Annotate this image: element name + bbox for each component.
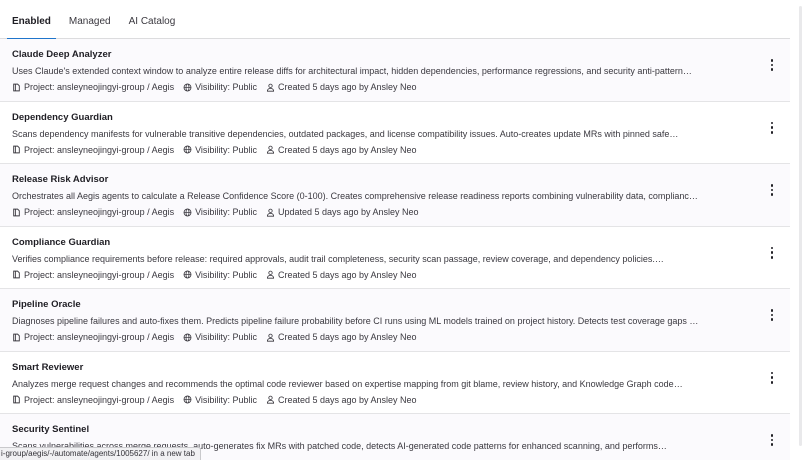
visibility-info: Visibility: Public [183, 80, 257, 94]
activity-label: Updated 5 days ago by Ansley Neo [277, 207, 419, 217]
user-icon [266, 333, 274, 342]
visibility-label: Visibility: Public [195, 207, 257, 217]
agent-name[interactable]: Claude Deep Analyzer [12, 48, 750, 62]
agent-meta: Project: ansleyneojingyi-group / Aegis Vi… [12, 80, 750, 94]
project-info: Project: ansleyneojingyi-group / Aegis [12, 80, 174, 94]
agent-description: Analyzes merge request changes and recom… [12, 378, 683, 389]
activity-info: Created 5 days ago by Ansley Neo [266, 330, 417, 344]
visibility-info: Visibility: Public [183, 393, 257, 407]
agent-description: Orchestrates all Aegis agents to calcula… [12, 191, 698, 201]
agent-list: Claude Deep Analyzer Uses Claude's extend… [0, 39, 790, 460]
agent-row[interactable]: Claude Deep Analyzer Uses Claude's extend… [0, 39, 790, 102]
status-bar-link-preview: i-group/aegis/-/automate/agents/1005627/… [0, 447, 201, 460]
user-icon [266, 270, 274, 279]
kebab-menu-icon[interactable] [768, 119, 776, 137]
user-icon [266, 395, 274, 404]
activity-label: Created 5 days ago by Ansley Neo [277, 269, 417, 280]
agent-meta: Project: ansleyneojingyi-group / Aegis Vi… [12, 268, 750, 282]
project-icon [13, 395, 20, 404]
globe-icon [183, 208, 192, 216]
activity-info: Updated 5 days ago by Ansley Neo [266, 205, 419, 219]
globe-icon [183, 83, 192, 91]
agent-name[interactable]: Release Risk Advisor [12, 173, 750, 187]
project-icon [13, 145, 20, 154]
project-label: Project: ansleyneojingyi-group / Aegis [24, 269, 175, 280]
agent-row[interactable]: Dependency Guardian Scans dependency mani… [0, 102, 790, 164]
kebab-menu-icon[interactable] [768, 369, 776, 387]
activity-info: Created 5 days ago by Ansley Neo [266, 143, 417, 157]
globe-icon [183, 333, 192, 341]
agent-description: Uses Claude's extended context window to… [12, 66, 692, 76]
kebab-menu-icon[interactable] [768, 306, 776, 324]
kebab-menu-icon[interactable] [768, 244, 776, 262]
kebab-menu-icon[interactable] [768, 181, 776, 199]
agent-row[interactable]: Pipeline Oracle Diagnoses pipeline failur… [0, 289, 790, 352]
agent-name[interactable]: Pipeline Oracle [12, 298, 750, 312]
project-icon [13, 270, 20, 279]
activity-label: Created 5 days ago by Ansley Neo [277, 82, 417, 92]
agent-description: Verifies compliance requirements before … [12, 253, 664, 264]
agent-row[interactable]: Compliance Guardian Verifies compliance r… [0, 227, 790, 289]
activity-info: Created 5 days ago by Ansley Neo [266, 268, 417, 282]
visibility-label: Visibility: Public [195, 82, 257, 92]
user-icon [266, 145, 274, 154]
visibility-info: Visibility: Public [183, 205, 257, 219]
activity-info: Created 5 days ago by Ansley Neo [266, 80, 417, 94]
visibility-label: Visibility: Public [195, 144, 257, 155]
scrollbar[interactable] [790, 0, 806, 460]
globe-icon [183, 270, 192, 279]
project-icon [13, 83, 20, 91]
activity-label: Created 5 days ago by Ansley Neo [277, 332, 417, 342]
project-info: Project: ansleyneojingyi-group / Aegis [12, 330, 174, 344]
project-label: Project: ansleyneojingyi-group / Aegis [24, 144, 175, 155]
project-info: Project: ansleyneojingyi-group / Aegis [12, 268, 174, 282]
kebab-menu-icon[interactable] [768, 56, 776, 74]
project-label: Project: ansleyneojingyi-group / Aegis [24, 332, 175, 342]
activity-info: Created 5 days ago by Ansley Neo [266, 393, 417, 407]
project-icon [13, 333, 20, 341]
activity-label: Created 5 days ago by Ansley Neo [277, 144, 417, 155]
visibility-label: Visibility: Public [195, 269, 257, 280]
scrollbar-thumb[interactable] [799, 6, 802, 446]
project-label: Project: ansleyneojingyi-group / Aegis [24, 394, 175, 405]
tab-enabled[interactable]: Enabled [3, 0, 60, 40]
project-label: Project: ansleyneojingyi-group / Aegis [24, 207, 175, 217]
agent-name[interactable]: Dependency Guardian [12, 111, 750, 125]
globe-icon [183, 145, 192, 154]
activity-label: Created 5 days ago by Ansley Neo [277, 394, 417, 405]
agent-row[interactable]: Release Risk Advisor Orchestrates all Aeg… [0, 164, 790, 227]
project-icon [13, 208, 20, 216]
agent-meta: Project: ansleyneojingyi-group / Aegis Vi… [12, 205, 750, 219]
agent-meta: Project: ansleyneojingyi-group / Aegis Vi… [12, 330, 750, 344]
agent-name[interactable]: Smart Reviewer [12, 361, 750, 375]
visibility-info: Visibility: Public [183, 268, 257, 282]
agent-meta: Project: ansleyneojingyi-group / Aegis Vi… [12, 143, 750, 157]
agent-row[interactable]: Smart Reviewer Analyzes merge request cha… [0, 352, 790, 414]
globe-icon [183, 395, 192, 404]
user-icon [266, 208, 274, 217]
agent-meta: Project: ansleyneojingyi-group / Aegis Vi… [12, 393, 750, 407]
project-label: Project: ansleyneojingyi-group / Aegis [24, 82, 175, 92]
project-info: Project: ansleyneojingyi-group / Aegis [12, 205, 174, 219]
tab-bar: Enabled Managed AI Catalog [0, 0, 790, 40]
visibility-label: Visibility: Public [195, 332, 257, 342]
tab-managed[interactable]: Managed [60, 0, 120, 39]
project-info: Project: ansleyneojingyi-group / Aegis [12, 143, 174, 157]
agent-name[interactable]: Security Sentinel [12, 423, 750, 437]
agent-description: Diagnoses pipeline failures and auto-fix… [12, 316, 699, 326]
user-icon [266, 83, 274, 92]
kebab-menu-icon[interactable] [768, 431, 776, 449]
visibility-info: Visibility: Public [183, 143, 257, 157]
visibility-info: Visibility: Public [183, 330, 257, 344]
agent-description: Scans dependency manifests for vulnerabl… [12, 128, 679, 139]
agent-name[interactable]: Compliance Guardian [12, 236, 750, 250]
tab-ai-catalog[interactable]: AI Catalog [120, 0, 185, 39]
project-info: Project: ansleyneojingyi-group / Aegis [12, 393, 174, 407]
visibility-label: Visibility: Public [195, 394, 257, 405]
